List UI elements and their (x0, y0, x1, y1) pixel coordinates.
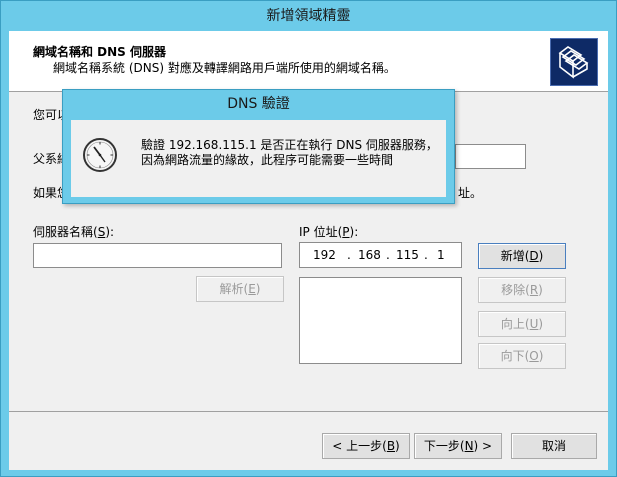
dialog-body: 驗證 192.168.115.1 是否正在執行 DNS 伺服器服務， 因為網路流… (71, 120, 446, 197)
ip-dot-3: . (424, 248, 428, 262)
ip-octet-1: 192 (313, 248, 336, 262)
ip-address-input[interactable]: 192 . 168 . 115 . 1 (299, 242, 462, 268)
parent-domain-input[interactable] (455, 144, 526, 169)
remove-button[interactable]: 移除(R) (478, 277, 566, 303)
dialog-title: DNS 驗證 (227, 96, 290, 112)
ip-address-list[interactable] (299, 277, 462, 364)
back-button[interactable]: < 上一步(B) (322, 433, 410, 459)
server-name-input[interactable] (33, 243, 282, 268)
wizard-header: 網域名稱和 DNS 伺服器 網域名稱系統 (DNS) 對應及轉譯網路用戶端所使用… (9, 31, 608, 92)
server-name-label: 伺服器名稱(S): (33, 225, 115, 239)
wizard-window: 新增領域精靈 網域名稱和 DNS 伺服器 網域名稱系統 (DNS) 對應及轉譯網… (0, 0, 617, 477)
header-title: 網域名稱和 DNS 伺服器 (33, 45, 167, 59)
ip-octet-4: 1 (437, 248, 445, 262)
ip-octet-3: 115 (396, 248, 419, 262)
dialog-message-line-2: 因為網路流量的緣故，此程序可能需要一些時間 (141, 153, 394, 167)
resolve-button[interactable]: 解析(E) (196, 276, 284, 302)
ip-dot-1: . (347, 248, 351, 262)
header-subtitle: 網域名稱系統 (DNS) 對應及轉譯網路用戶端所使用的網域名稱。 (53, 61, 396, 75)
footer-divider (9, 411, 608, 412)
dialog-message-line-1: 驗證 192.168.115.1 是否正在執行 DNS 伺服器服務， (141, 138, 438, 152)
move-down-button[interactable]: 向下(O) (478, 343, 566, 369)
ip-octet-2: 168 (358, 248, 381, 262)
dialog-message: 驗證 192.168.115.1 是否正在執行 DNS 伺服器服務， 因為網路流… (141, 138, 438, 168)
ip-dot-2: . (386, 248, 390, 262)
move-up-button[interactable]: 向上(U) (478, 311, 566, 337)
window-title: 新增領域精靈 (266, 8, 351, 24)
clock-icon (81, 136, 119, 177)
info-text-tail: 址。 (458, 186, 483, 200)
dns-verification-dialog: DNS 驗證 驗證 192.168.115.1 是否正在執行 DNS 伺服器服務… (62, 89, 455, 204)
add-button[interactable]: 新增(D) (478, 243, 566, 269)
next-button[interactable]: 下一步(N) > (414, 433, 502, 459)
ip-address-label: IP 位址(P): (299, 225, 359, 239)
cancel-button[interactable]: 取消 (511, 433, 597, 459)
folder-stack-icon (550, 38, 598, 86)
